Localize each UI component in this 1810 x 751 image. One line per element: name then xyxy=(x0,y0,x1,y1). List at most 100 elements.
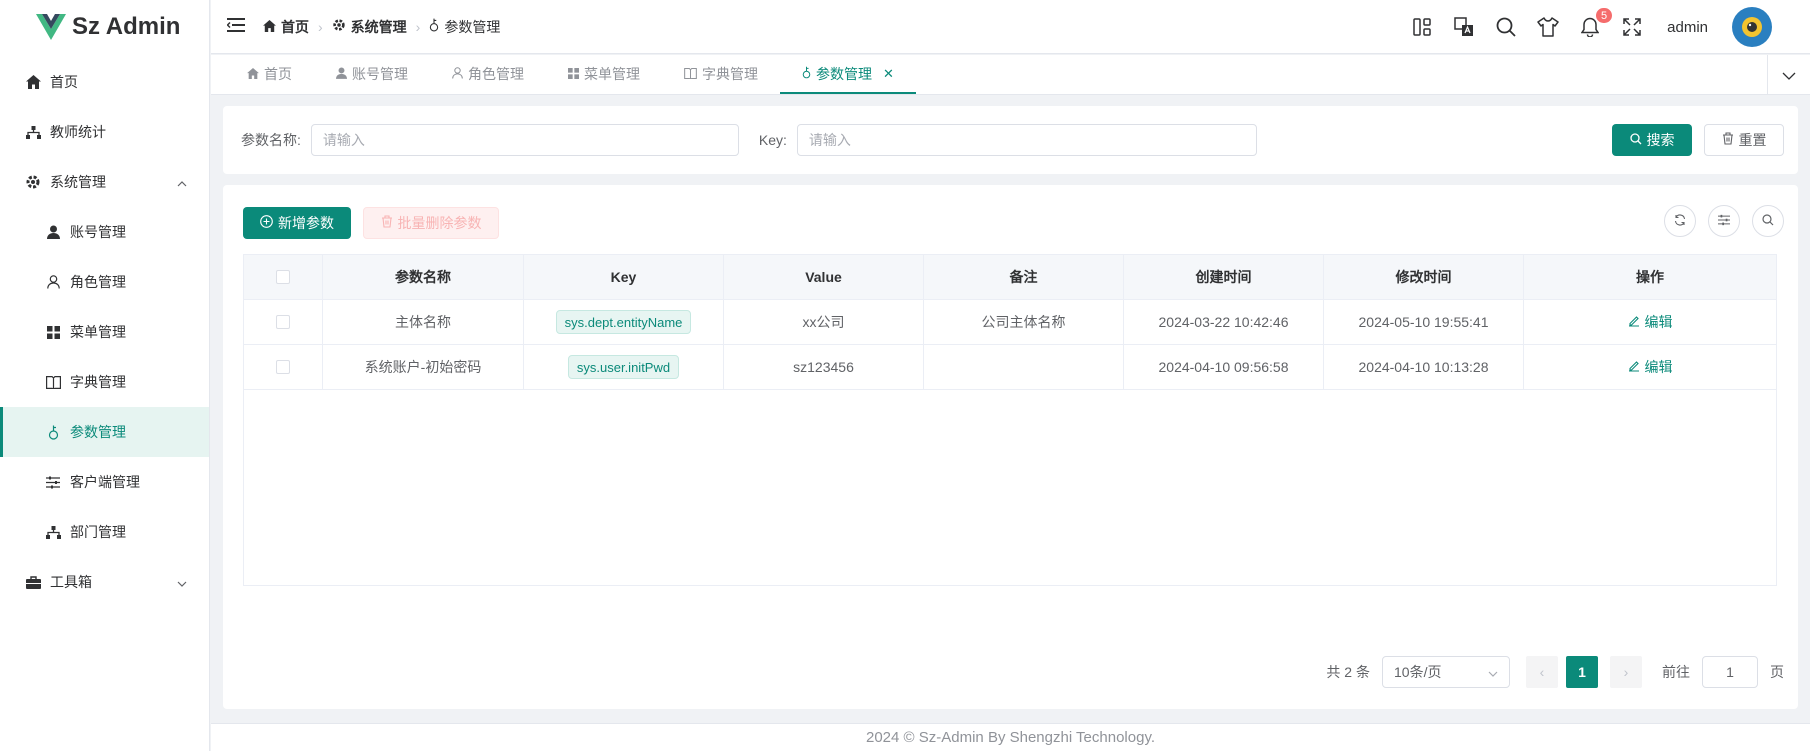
sidebar-item-home[interactable]: 首页 xyxy=(0,57,209,107)
tshirt-icon[interactable] xyxy=(1537,16,1559,38)
batch-delete-button[interactable]: 批量删除参数 xyxy=(363,207,499,239)
value-cell: xx公司 xyxy=(724,300,924,344)
avatar[interactable] xyxy=(1732,7,1772,47)
input-placeholder: 请输入 xyxy=(808,132,851,148)
plus-circle-icon xyxy=(260,215,273,231)
tab-roles[interactable]: 角色管理 xyxy=(430,54,546,94)
edit-button[interactable]: 编辑 xyxy=(1628,312,1673,332)
page-number-current[interactable]: 1 xyxy=(1566,656,1598,688)
column-header[interactable]: 修改时间 xyxy=(1324,255,1524,299)
key-cell: sys.user.initPwd xyxy=(524,345,724,389)
reset-button[interactable]: 重置 xyxy=(1704,124,1784,156)
tab-accounts[interactable]: 账号管理 xyxy=(314,54,430,94)
close-icon[interactable]: ✕ xyxy=(883,66,894,82)
created-time-cell: 2024-03-22 10:42:46 xyxy=(1124,300,1324,344)
footer: 2024 © Sz-Admin By Shengzhi Technology. xyxy=(211,723,1810,751)
next-page-button[interactable]: › xyxy=(1610,656,1642,688)
column-header[interactable]: 备注 xyxy=(924,255,1124,299)
modified-time-cell: 2024-05-10 19:55:41 xyxy=(1324,300,1524,344)
sidebar-item-label: 首页 xyxy=(50,74,78,90)
sidebar-item-menus[interactable]: 菜单管理 xyxy=(0,307,209,357)
search-button[interactable]: 搜索 xyxy=(1612,124,1692,156)
tab-dictionary[interactable]: 字典管理 xyxy=(662,54,780,94)
row-select-cell xyxy=(244,345,323,389)
column-header[interactable]: Value xyxy=(724,255,924,299)
sidebar-item-toolbox[interactable]: 工具箱 xyxy=(0,557,209,607)
tab-params[interactable]: 参数管理 ✕ xyxy=(780,54,916,94)
column-header[interactable]: 参数名称 xyxy=(323,255,524,299)
toggle-search-button[interactable] xyxy=(1752,205,1784,237)
briefcase-icon xyxy=(24,573,42,591)
table-tools xyxy=(1664,205,1784,237)
notification-badge: 5 xyxy=(1595,7,1614,24)
sidebar-item-teacher-stats[interactable]: 教师统计 xyxy=(0,107,209,157)
page-size-value: 10条/页 xyxy=(1394,664,1442,680)
collapse-menu-icon[interactable] xyxy=(226,18,245,35)
sliders-icon xyxy=(44,473,62,491)
sidebar-item-system[interactable]: 系统管理 xyxy=(0,157,209,207)
edit-icon xyxy=(1628,314,1640,330)
chevron-up-icon xyxy=(177,174,187,190)
username[interactable]: admin xyxy=(1667,19,1708,36)
row-checkbox[interactable] xyxy=(276,315,290,329)
chevron-right-icon: › xyxy=(1623,664,1629,680)
key-input[interactable]: 请输入 xyxy=(796,124,1257,156)
add-param-button[interactable]: 新增参数 xyxy=(243,207,351,239)
sidebar-item-roles[interactable]: 角色管理 xyxy=(0,257,209,307)
sidebar-item-accounts[interactable]: 账号管理 xyxy=(0,207,209,257)
sidebar-item-label: 参数管理 xyxy=(70,424,126,440)
page-size-select[interactable]: 10条/页 xyxy=(1382,656,1510,688)
search-icon xyxy=(1629,132,1642,148)
refresh-button[interactable] xyxy=(1664,205,1696,237)
breadcrumb-system[interactable]: 系统管理 xyxy=(332,17,407,37)
bell-icon[interactable]: 5 xyxy=(1579,7,1614,38)
goto-label: 前往 xyxy=(1662,664,1690,680)
pagination: 共 2 条 10条/页 ‹ 1 › 前往 1 页 xyxy=(1326,656,1784,688)
layout-icon[interactable] xyxy=(1411,16,1433,38)
sidebar-item-label: 工具箱 xyxy=(50,574,92,590)
tab-home[interactable]: 首页 xyxy=(225,54,314,94)
sidebar-item-departments[interactable]: 部门管理 xyxy=(0,507,209,557)
tabs-more-button[interactable] xyxy=(1767,55,1810,95)
button-label: 编辑 xyxy=(1644,359,1673,375)
row-checkbox[interactable] xyxy=(276,360,290,374)
sliders-icon xyxy=(1718,213,1730,229)
trash-icon xyxy=(1722,132,1734,148)
user-filled-icon xyxy=(336,66,347,82)
logo[interactable]: Sz Admin xyxy=(0,0,209,54)
param-name-input[interactable]: 请输入 xyxy=(310,124,739,156)
edit-button[interactable]: 编辑 xyxy=(1628,357,1673,377)
table-card: 新增参数 批量删除参数 参数名称 Key Value 备注 创建时间 修改时间 … xyxy=(223,185,1798,709)
breadcrumb-params: 参数管理 xyxy=(429,17,500,37)
user-icon xyxy=(44,273,62,291)
sidebar-item-clients[interactable]: 客户端管理 xyxy=(0,457,209,507)
sidebar-item-label: 客户端管理 xyxy=(70,474,140,490)
search-actions: 搜索 重置 xyxy=(1612,124,1784,156)
user-icon xyxy=(452,66,463,82)
sidebar-item-label: 系统管理 xyxy=(50,174,106,190)
gear-icon xyxy=(332,18,346,35)
tab-menus[interactable]: 菜单管理 xyxy=(546,54,662,94)
translate-icon[interactable] xyxy=(1453,16,1475,38)
column-header[interactable]: 创建时间 xyxy=(1124,255,1324,299)
key-icon xyxy=(429,18,439,35)
params-table: 参数名称 Key Value 备注 创建时间 修改时间 操作 主体名称 sys.… xyxy=(243,254,1777,586)
column-settings-button[interactable] xyxy=(1708,205,1740,237)
key-icon xyxy=(44,423,62,441)
button-label: 搜索 xyxy=(1646,132,1675,148)
fullscreen-icon[interactable] xyxy=(1621,16,1643,38)
column-header[interactable]: Key xyxy=(524,255,724,299)
sidebar-item-dictionary[interactable]: 字典管理 xyxy=(0,357,209,407)
table-row: 系统账户-初始密码 sys.user.initPwd sz123456 2024… xyxy=(244,345,1776,390)
breadcrumb-home[interactable]: 首页 xyxy=(263,17,309,37)
input-placeholder: 请输入 xyxy=(322,132,365,148)
goto-page-input[interactable]: 1 xyxy=(1702,656,1758,688)
search-icon[interactable] xyxy=(1495,16,1517,38)
sidebar: Sz Admin 首页 教师统计 系统管理 账号管理 角色管理 菜单管理 字典管… xyxy=(0,0,210,751)
edit-icon xyxy=(1628,359,1640,375)
chevron-down-icon xyxy=(177,574,187,590)
key-tag: sys.dept.entityName xyxy=(555,310,692,334)
prev-page-button[interactable]: ‹ xyxy=(1526,656,1558,688)
sidebar-item-params[interactable]: 参数管理 xyxy=(0,407,209,457)
select-all-checkbox[interactable] xyxy=(276,270,290,284)
